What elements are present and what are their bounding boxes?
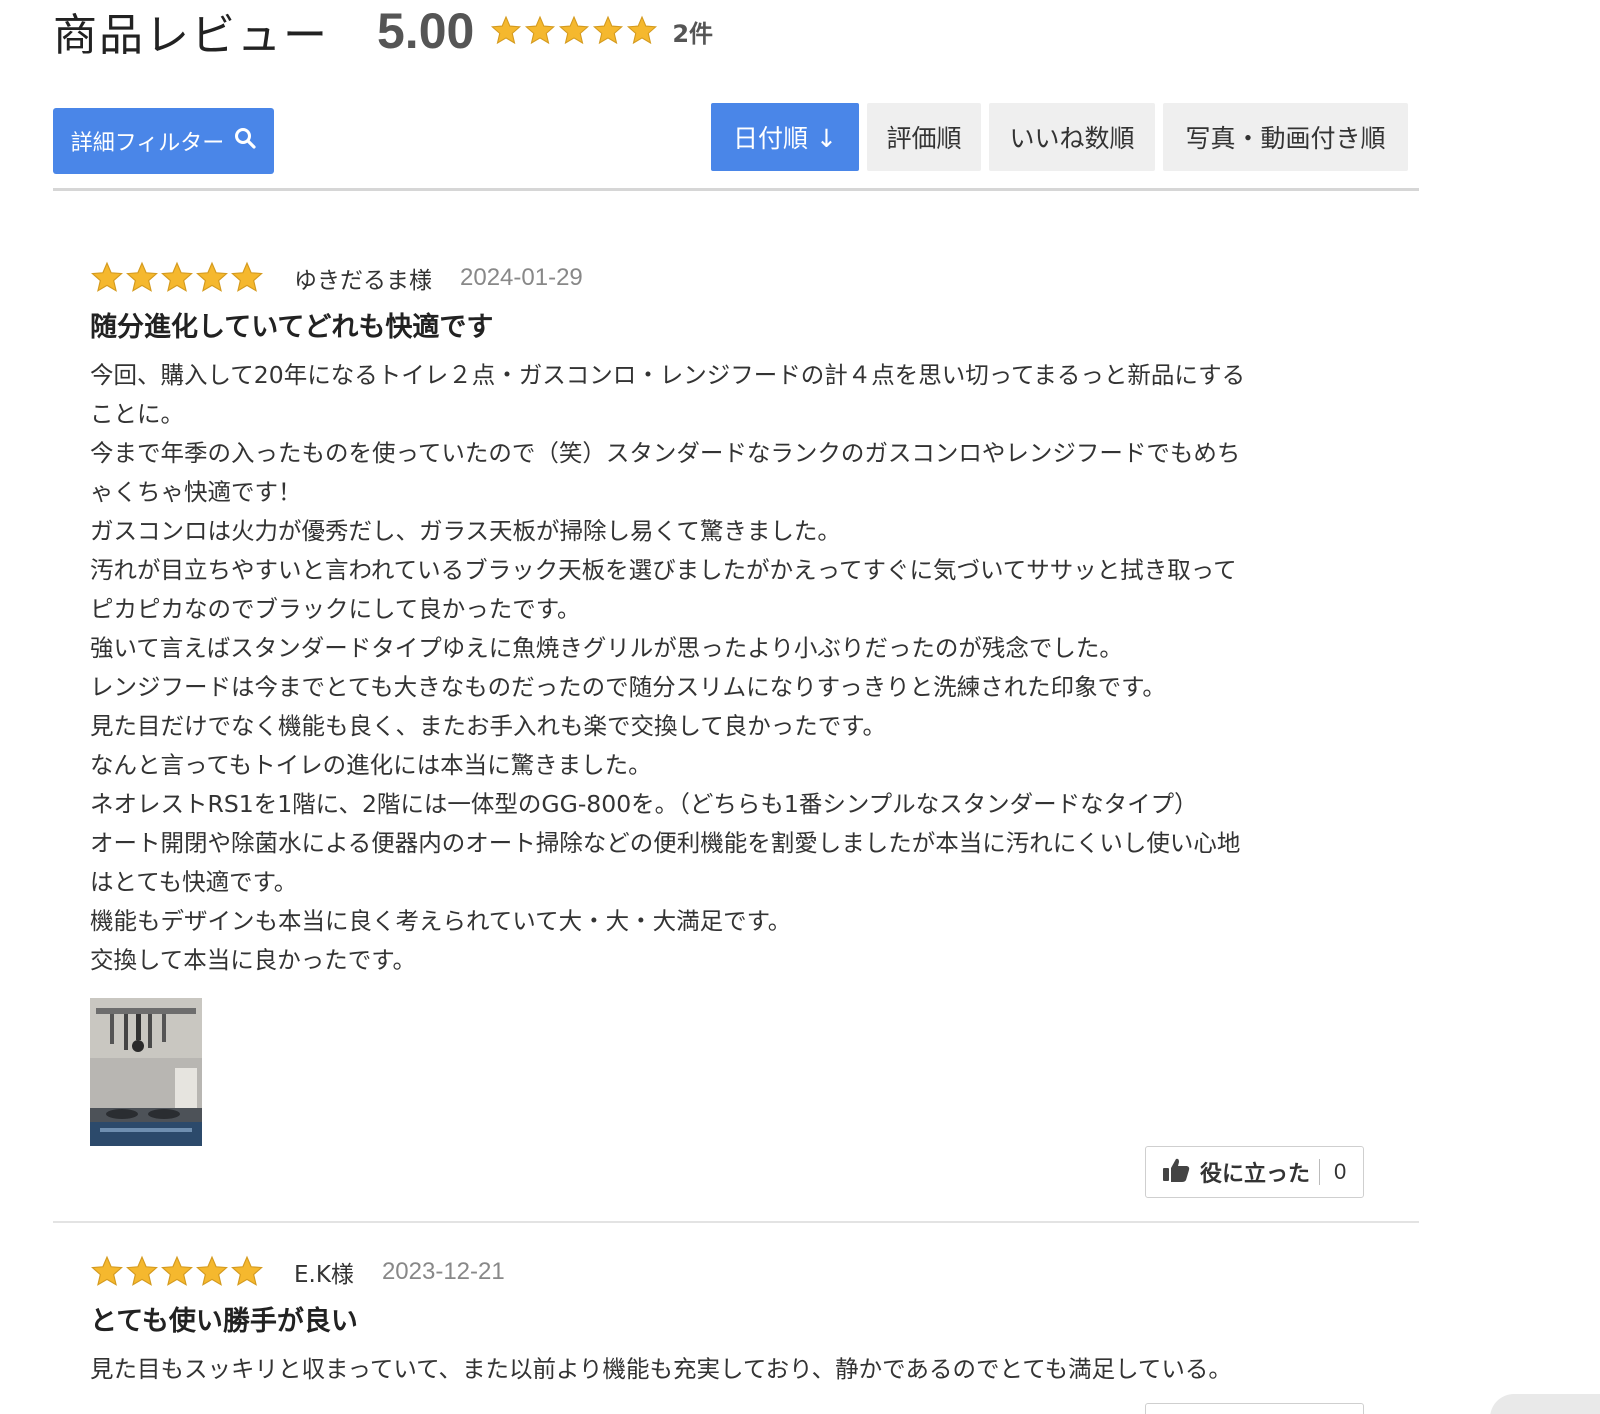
review-author: E.K様 <box>294 1262 354 1288</box>
tab-sort-likes[interactable]: いいね数順 <box>989 103 1155 171</box>
tab-sort-date-label: 日付順 ↓ <box>733 124 837 153</box>
star-icon <box>90 1255 124 1289</box>
review-divider <box>53 1221 1419 1223</box>
review-date: 2024-01-29 <box>460 264 583 291</box>
review-rating-stars <box>90 1255 264 1289</box>
review-body-line: 今まで年季の入ったものを使っていたので（笑）スタンダードなランクのガスコンロやレ… <box>90 439 1241 467</box>
star-icon <box>160 261 194 295</box>
review-title: とても使い勝手が良い <box>90 1306 358 1337</box>
average-rating-stars <box>490 15 658 47</box>
thumbs-up-icon <box>1162 1157 1190 1187</box>
review-date: 2023-12-21 <box>381 1258 505 1285</box>
review-body: 今回、購入して20年になるトイレ２点・ガスコンロ・レンジフードの計４点を思い切っ… <box>90 356 1390 980</box>
review-body-line: ガスコンロは火力が優秀だし、ガラス天板が掃除し易くて驚きました。 <box>90 517 841 545</box>
helpful-separator <box>1319 1159 1321 1185</box>
helpful-button[interactable]: 役に立った 0 <box>1145 1146 1364 1198</box>
star-icon <box>524 15 556 47</box>
detail-filter-button[interactable]: 詳細フィルター <box>53 108 274 174</box>
review-body-line: なんと言ってもトイレの進化には本当に驚きました。 <box>90 751 652 779</box>
review-body-line: はとても快適です。 <box>90 868 298 896</box>
star-icon <box>160 1255 194 1289</box>
review-body-line: 強いて言えばスタンダードタイプゆえに魚焼きグリルが思ったより小ぶりだったのが残念… <box>90 634 1123 662</box>
sort-tabs: 日付順 ↓ 評価順 いいね数順 写真・動画付き順 <box>711 103 1408 171</box>
star-icon <box>230 261 264 295</box>
average-score: 5.00 <box>377 3 475 59</box>
review-body-line: ゃくちゃ快適です！ <box>90 478 302 506</box>
review-meta: E.K様 2023-12-21 <box>90 1252 1390 1292</box>
star-icon <box>195 261 229 295</box>
toolbar-divider <box>53 188 1419 191</box>
star-icon <box>125 261 159 295</box>
star-icon <box>490 15 522 47</box>
review-body-line: 見た目だけでなく機能も良く、またお手入れも楽で交換して良かったです。 <box>90 712 886 740</box>
star-icon <box>125 1255 159 1289</box>
review-body-line: 見た目もスッキリと収まっていて、また以前より機能も充実しており、静かであるのでと… <box>90 1355 1232 1383</box>
tab-sort-date[interactable]: 日付順 ↓ <box>711 103 859 171</box>
review-rating-stars <box>90 261 264 295</box>
star-icon <box>90 261 124 295</box>
tab-sort-media[interactable]: 写真・動画付き順 <box>1163 103 1408 171</box>
tab-sort-likes-label: いいね数順 <box>1009 124 1135 153</box>
review-title: 随分進化していてどれも快適です <box>90 312 494 343</box>
review-body-line: レンジフードは今までとても大きなものだったので随分スリムになりすっきりと洗練され… <box>90 673 1166 701</box>
tab-sort-rating-label: 評価順 <box>886 124 962 153</box>
review-body-line: オート開閉や除菌水による便器内のオート掃除などの便利機能を割愛しましたが本当に汚… <box>90 829 1241 857</box>
review-photo-thumbnail[interactable] <box>90 998 202 1146</box>
kitchen-photo-image <box>90 998 202 1146</box>
review-author: ゆきだるま様 <box>294 268 432 294</box>
review-body-line: 今回、購入して20年になるトイレ２点・ガスコンロ・レンジフードの計４点を思い切っ… <box>90 361 1246 389</box>
review-item: ゆきだるま様 2024-01-29 随分進化していてどれも快適です 今回、購入し… <box>90 258 1390 1198</box>
helpful-button[interactable] <box>1145 1403 1364 1414</box>
review-page: 商品レビュー 5.00 2件 詳細フィルター 日付順 ↓ 評価順 いいね数順 写… <box>0 0 1600 1414</box>
star-icon <box>558 15 590 47</box>
review-item: E.K様 2023-12-21 とても使い勝手が良い 見た目もスッキリと収まって… <box>90 1252 1390 1389</box>
review-body: 見た目もスッキリと収まっていて、また以前より機能も充実しており、静かであるのでと… <box>90 1350 1390 1389</box>
review-summary-header: 商品レビュー 5.00 2件 <box>53 0 713 62</box>
review-body-line: ことに。 <box>90 400 184 428</box>
star-icon <box>230 1255 264 1289</box>
star-icon <box>592 15 624 47</box>
tab-sort-media-label: 写真・動画付き順 <box>1185 124 1386 153</box>
review-body-line: 交換して本当に良かったです。 <box>90 946 416 974</box>
scroll-to-top-handle[interactable] <box>1490 1394 1600 1414</box>
tab-sort-rating[interactable]: 評価順 <box>867 103 981 171</box>
helpful-label: 役に立った <box>1200 1162 1311 1187</box>
review-body-line: ピカピカなのでブラックにして良かったです。 <box>90 595 581 623</box>
detail-filter-label: 詳細フィルター <box>70 131 225 156</box>
review-count: 2件 <box>672 19 714 48</box>
helpful-count: 0 <box>1334 1159 1347 1184</box>
review-body-line: 汚れが目立ちやすいと言われているブラック天板を選びましたがかえってすぐに気づいて… <box>90 556 1237 584</box>
star-icon <box>626 15 658 47</box>
review-body-line: 機能もデザインも本当に良く考えられていて大・大・大満足です。 <box>90 907 792 935</box>
review-body-line: ネオレストRS1を1階に、2階には一体型のGG-800を。（どちらも1番シンプル… <box>90 790 1198 818</box>
search-icon <box>234 127 256 155</box>
star-icon <box>195 1255 229 1289</box>
review-meta: ゆきだるま様 2024-01-29 <box>90 258 1390 298</box>
page-title: 商品レビュー <box>53 10 329 61</box>
